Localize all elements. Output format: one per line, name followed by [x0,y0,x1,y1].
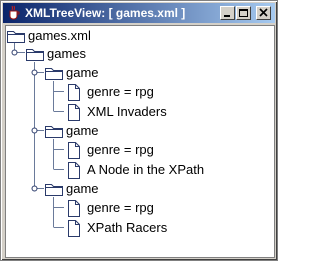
close-icon [259,8,268,17]
tree-leaf-attribute[interactable]: genre = rpg [66,82,216,102]
tree-node-label: game [66,123,99,138]
folder-icon [7,31,25,43]
file-icon [68,104,80,121]
expand-handle [31,185,38,192]
folder-icon [45,68,63,80]
expand-handle [31,127,38,134]
folder-icon [45,184,63,196]
folder-icon [45,126,63,138]
tree-node-games[interactable]: games [26,44,146,64]
tree-leaf-name[interactable]: XML Invaders [66,102,246,122]
tree-node-label: games [47,46,87,61]
title-bar[interactable]: XMLTreeView: [ games.xml ] [3,3,275,23]
tree-node-label: game [66,181,99,196]
file-icon [68,162,80,179]
tree-panel[interactable]: games.xml games game genre = rpg XML Inv… [5,25,275,258]
tree-leaf-name[interactable]: A Node in the XPath [66,160,266,180]
tree-node-game[interactable]: game [45,179,165,199]
folder-icon [26,49,44,61]
minimize-button[interactable] [220,6,235,20]
expand-handle [31,69,38,76]
tree-node-root[interactable]: games.xml [7,26,127,46]
file-icon [68,200,80,217]
app-window: XMLTreeView: [ games.xml ] games.xml gam… [0,0,278,261]
tree-leaf-attribute[interactable]: genre = rpg [66,140,216,160]
tree-node-label: genre = rpg [87,200,154,215]
tree-node-label: A Node in the XPath [87,162,205,177]
file-icon [68,220,80,237]
tree-node-game[interactable]: game [45,63,165,83]
tree-leaf-name[interactable]: XPath Racers [66,218,246,238]
maximize-icon [239,9,248,17]
tree-node-label: game [66,65,99,80]
tree-node-label: XPath Racers [87,220,168,235]
close-button[interactable] [256,6,271,20]
file-icon [68,142,80,159]
java-cup-icon[interactable] [6,5,22,21]
window-title: XMLTreeView: [ games.xml ] [25,6,186,20]
minimize-icon [224,15,230,17]
file-icon [68,84,80,101]
tree-node-label: genre = rpg [87,84,154,99]
maximize-button[interactable] [236,6,251,20]
tree-leaf-attribute[interactable]: genre = rpg [66,198,216,218]
tree-node-game[interactable]: game [45,121,165,141]
tree-node-label: XML Invaders [87,104,167,119]
tree-node-label: games.xml [28,28,91,43]
expand-handle [11,49,18,56]
tree-node-label: genre = rpg [87,142,154,157]
